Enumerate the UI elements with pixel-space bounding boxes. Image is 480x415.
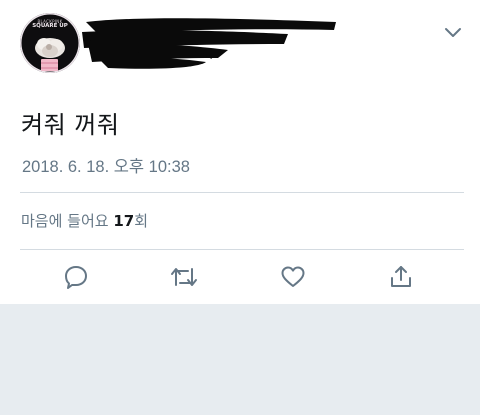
like-button[interactable] — [278, 262, 308, 292]
timeline-background — [0, 304, 480, 415]
tweet-header: BLACKPINK SQUARE UP — [0, 0, 480, 88]
avatar[interactable]: BLACKPINK SQUARE UP — [20, 13, 80, 73]
likes-count: 17 — [113, 212, 135, 230]
chevron-down-icon[interactable] — [444, 26, 462, 40]
divider — [20, 249, 464, 250]
tweet-text: 켜줘 꺼줘 — [21, 111, 120, 139]
likes-count-row[interactable]: 마음에 들어요 17회 — [21, 211, 148, 231]
avatar-flower-image — [35, 38, 65, 58]
avatar-brand-line2: SQUARE UP — [32, 23, 68, 29]
avatar-cake-image — [41, 59, 58, 71]
retweet-icon — [171, 268, 197, 286]
tweet-timestamp[interactable]: 2018. 6. 18. 오후 10:38 — [22, 157, 190, 177]
likes-label: 마음에 들어요 — [21, 212, 109, 230]
reply-icon — [65, 266, 87, 289]
share-icon — [391, 266, 411, 287]
like-icon — [281, 266, 305, 287]
divider — [20, 192, 464, 193]
share-button[interactable] — [386, 262, 416, 292]
tweet-card: BLACKPINK SQUARE UP 켜줘 꺼줘 2018. 6. 18. 오… — [0, 0, 480, 304]
likes-suffix: 회 — [134, 212, 149, 230]
retweet-button[interactable] — [169, 262, 199, 292]
redacted-username — [82, 18, 336, 69]
reply-button[interactable] — [61, 262, 91, 292]
